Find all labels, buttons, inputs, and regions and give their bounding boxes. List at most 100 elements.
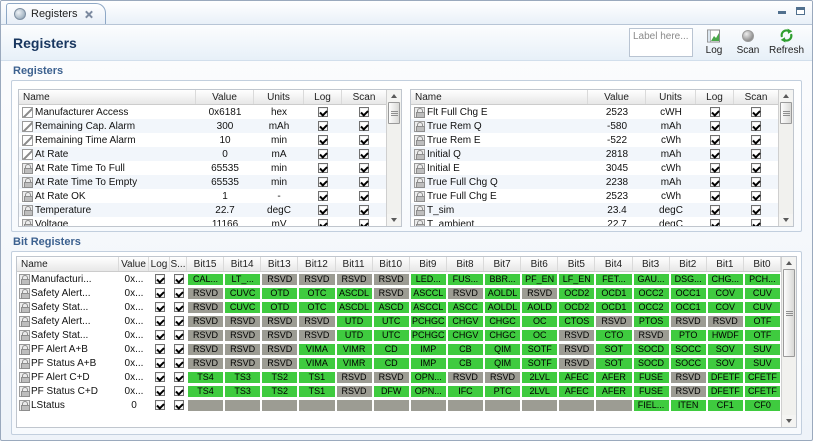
- column-header-units[interactable]: Units: [646, 90, 696, 104]
- register-row[interactable]: At Rate Time To Full 65535 min: [19, 161, 386, 175]
- column-header-units[interactable]: Units: [254, 90, 304, 104]
- column-header-bit9[interactable]: Bit9: [410, 257, 447, 271]
- column-header-name[interactable]: Name: [411, 90, 588, 104]
- column-header-bit8[interactable]: Bit8: [447, 257, 484, 271]
- register-row[interactable]: Remaining Cap. Alarm 300 mAh: [19, 119, 386, 133]
- scan-checkbox[interactable]: [173, 274, 184, 284]
- bit-register-row[interactable]: PF Alert A+B 0x... RSVD RSVD RSVD VIMA VIMR CD I…: [17, 342, 781, 356]
- register-row[interactable]: Manufacturer Access 0x6181 hex: [19, 105, 386, 119]
- log-checkbox[interactable]: [154, 372, 165, 382]
- log-checkbox[interactable]: [154, 330, 165, 340]
- column-header-scan[interactable]: Scan: [734, 90, 778, 104]
- column-header-bit10[interactable]: Bit10: [373, 257, 410, 271]
- column-header-bit15[interactable]: Bit15: [187, 257, 225, 271]
- register-row[interactable]: At Rate Time To Empty 65535 min: [19, 175, 386, 189]
- scan-checkbox[interactable]: [173, 344, 184, 354]
- scan-checkbox[interactable]: [173, 288, 184, 298]
- column-header-log[interactable]: Log: [149, 257, 170, 271]
- log-checkbox[interactable]: [710, 135, 720, 145]
- log-checkbox[interactable]: [318, 219, 328, 226]
- bit-register-row[interactable]: Manufacturi... 0x... CAL... LT_... RSVD RSVD R…: [17, 272, 781, 286]
- scan-checkbox[interactable]: [359, 163, 369, 173]
- minimize-button[interactable]: [775, 5, 788, 16]
- log-checkbox[interactable]: [710, 163, 720, 173]
- register-row[interactable]: Temperature 22.7 degC: [19, 203, 386, 217]
- scan-checkbox[interactable]: [751, 107, 761, 117]
- log-checkbox[interactable]: [154, 386, 165, 396]
- register-row[interactable]: True Full Chg E 2523 cWh: [411, 189, 778, 203]
- scan-checkbox[interactable]: [173, 316, 184, 326]
- refresh-button[interactable]: Refresh: [769, 28, 804, 56]
- scan-checkbox[interactable]: [173, 400, 184, 410]
- column-header-bit3[interactable]: Bit3: [633, 257, 670, 271]
- register-row[interactable]: At Rate 0 mA: [19, 147, 386, 161]
- scroll-down-icon[interactable]: [387, 214, 401, 226]
- column-header-bit1[interactable]: Bit1: [707, 257, 744, 271]
- column-header-bit5[interactable]: Bit5: [558, 257, 596, 271]
- scan-checkbox[interactable]: [751, 191, 761, 201]
- label-input[interactable]: [628, 27, 693, 57]
- vertical-scrollbar[interactable]: [778, 90, 793, 226]
- bit-register-row[interactable]: PF Status C+D 0x... TS4 TS3 TS2 TS1 RSVD DFW OPN…: [17, 384, 781, 398]
- column-header-log[interactable]: Log: [696, 90, 734, 104]
- log-checkbox[interactable]: [318, 191, 328, 201]
- column-header-bit6[interactable]: Bit6: [521, 257, 559, 271]
- scan-checkbox[interactable]: [173, 330, 184, 340]
- log-checkbox[interactable]: [154, 344, 165, 354]
- maximize-button[interactable]: [794, 5, 807, 16]
- scan-checkbox[interactable]: [751, 149, 761, 159]
- bit-register-row[interactable]: LStatus 0 FIEL... ITEN CF1 CF0: [17, 398, 781, 412]
- log-checkbox[interactable]: [154, 302, 165, 312]
- log-checkbox[interactable]: [318, 205, 328, 215]
- scan-checkbox[interactable]: [751, 177, 761, 187]
- register-row[interactable]: Remaining Time Alarm 10 min: [19, 133, 386, 147]
- log-checkbox[interactable]: [318, 107, 328, 117]
- scan-checkbox[interactable]: [751, 163, 761, 173]
- scan-checkbox[interactable]: [173, 386, 184, 396]
- scan-checkbox[interactable]: [751, 219, 761, 226]
- bit-register-row[interactable]: Safety Alert... 0x... RSVD CUVC OTD OTC ASCDL R…: [17, 286, 781, 300]
- scroll-up-icon[interactable]: [387, 90, 401, 102]
- column-header-bit11[interactable]: Bit11: [336, 257, 373, 271]
- scroll-thumb[interactable]: [780, 102, 792, 124]
- register-row[interactable]: Voltage 11166 mV: [19, 217, 386, 226]
- scroll-thumb[interactable]: [783, 269, 795, 357]
- column-header-value[interactable]: Value: [196, 90, 254, 104]
- column-header-bit4[interactable]: Bit4: [595, 257, 633, 271]
- log-checkbox[interactable]: [318, 177, 328, 187]
- scan-checkbox[interactable]: [751, 121, 761, 131]
- scan-checkbox[interactable]: [359, 107, 369, 117]
- bit-register-row[interactable]: Safety Stat... 0x... RSVD CUVC OTD OTC ASCDL AS…: [17, 300, 781, 314]
- register-row[interactable]: At Rate OK 1 -: [19, 189, 386, 203]
- column-header-value[interactable]: Value: [119, 257, 149, 271]
- scan-checkbox[interactable]: [173, 372, 184, 382]
- scan-checkbox[interactable]: [751, 135, 761, 145]
- tab-registers[interactable]: Registers: [6, 3, 107, 24]
- log-checkbox[interactable]: [318, 135, 328, 145]
- register-row[interactable]: Initial Q 2818 mAh: [411, 147, 778, 161]
- scroll-up-icon[interactable]: [779, 90, 793, 102]
- log-checkbox[interactable]: [710, 107, 720, 117]
- column-header-value[interactable]: Value: [588, 90, 646, 104]
- log-checkbox[interactable]: [710, 205, 720, 215]
- vertical-scrollbar[interactable]: [386, 90, 401, 226]
- vertical-scrollbar[interactable]: [781, 257, 796, 427]
- log-checkbox[interactable]: [318, 149, 328, 159]
- scroll-thumb[interactable]: [388, 102, 400, 124]
- register-row[interactable]: Initial E 3045 cWh: [411, 161, 778, 175]
- scan-checkbox[interactable]: [359, 191, 369, 201]
- column-header-bit0[interactable]: Bit0: [744, 257, 781, 271]
- scroll-down-icon[interactable]: [782, 415, 796, 427]
- log-checkbox[interactable]: [154, 400, 165, 410]
- column-header-s[interactable]: S...: [170, 257, 187, 271]
- column-header-bit12[interactable]: Bit12: [298, 257, 336, 271]
- register-row[interactable]: True Full Chg Q 2238 mAh: [411, 175, 778, 189]
- scan-checkbox[interactable]: [751, 205, 761, 215]
- register-row[interactable]: T_sim 23.4 degC: [411, 203, 778, 217]
- log-checkbox[interactable]: [710, 219, 720, 226]
- column-header-bit13[interactable]: Bit13: [261, 257, 299, 271]
- log-checkbox[interactable]: [154, 358, 165, 368]
- log-checkbox[interactable]: [154, 316, 165, 326]
- scroll-up-icon[interactable]: [782, 257, 796, 269]
- register-row[interactable]: True Rem E -522 cWh: [411, 133, 778, 147]
